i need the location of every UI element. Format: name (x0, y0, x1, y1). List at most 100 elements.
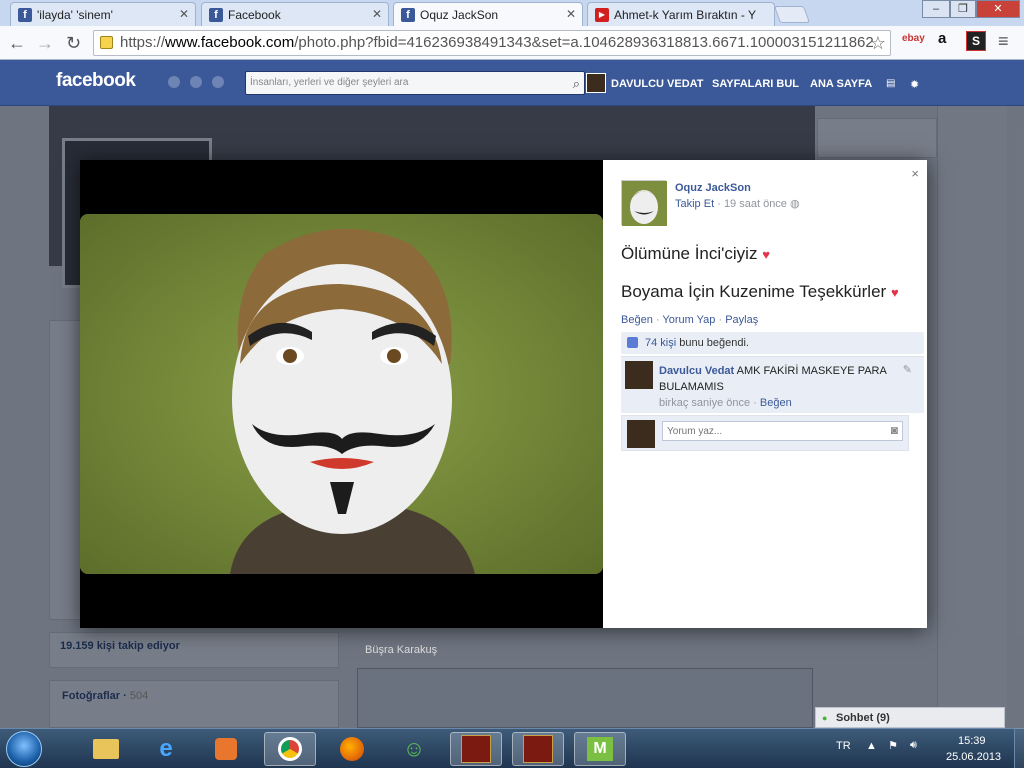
friend-requests-icon[interactable] (168, 76, 180, 88)
notifications-icon[interactable] (212, 76, 224, 88)
new-tab-button[interactable] (773, 6, 811, 23)
commenter-name[interactable]: Davulcu Vedat (659, 365, 734, 377)
feed-author-name[interactable]: Büşra Karakuş (365, 644, 437, 656)
followers-count: 19.159 kişi takip ediyor (60, 640, 180, 652)
clock-time[interactable]: 15:39 (958, 735, 986, 747)
photo-image[interactable] (80, 214, 603, 574)
volume-icon[interactable]: 🔊︎ (910, 739, 917, 752)
viewer-avatar (627, 420, 655, 448)
browser-tab[interactable]: ▶ Ahmet-k Yarım Bıraktın - Y (587, 2, 775, 26)
lock-icon (100, 36, 113, 49)
like-link[interactable]: Beğen (621, 314, 653, 326)
facebook-icon: f (18, 8, 32, 22)
caption-line: Ölümüne İnci'ciyiz ♥ (621, 244, 770, 264)
author-avatar[interactable] (621, 180, 667, 226)
start-button[interactable] (6, 731, 42, 767)
action-center-icon[interactable]: ⚑ (888, 739, 898, 752)
tab-title: Facebook (228, 8, 281, 22)
comment-body: Davulcu Vedat AMK FAKİRİ MASKEYE PARA BU… (659, 363, 899, 395)
gear-icon[interactable]: ✹ (910, 78, 919, 91)
media-player-icon[interactable] (200, 732, 252, 766)
language-indicator[interactable]: TR (836, 740, 851, 752)
comment-meta: birkaç saniye önce · Beğen (659, 397, 792, 409)
reload-icon[interactable]: ↻ (66, 33, 81, 54)
nav-profile[interactable]: DAVULCU VEDAT (611, 78, 703, 90)
close-icon[interactable]: ✕ (372, 7, 382, 21)
show-hidden-icons[interactable]: ▲ (866, 740, 877, 752)
facebook-logo[interactable]: facebook (56, 70, 136, 92)
likes-count-link[interactable]: 74 kişi (645, 337, 676, 349)
forward-icon[interactable]: → (36, 33, 54, 54)
photo-viewer: × Oquz JackSon Takip Et · 19 saat önce ◍… (80, 160, 927, 628)
app-icon[interactable]: M (574, 732, 626, 766)
messages-icon[interactable] (190, 76, 202, 88)
window-close-button[interactable]: ✕ (976, 0, 1020, 18)
comment-like-link[interactable]: Beğen (760, 397, 792, 409)
menu-icon[interactable]: ≡ (998, 31, 1009, 52)
messenger-icon[interactable]: ☺ (388, 732, 440, 766)
close-icon[interactable]: ✕ (566, 7, 576, 21)
search-icon[interactable]: ⌕ (573, 73, 580, 95)
game-icon[interactable] (450, 732, 502, 766)
browser-tab-strip: f 'ilayda' 'sinem' ✕ f Facebook ✕ f Oquz… (0, 0, 1024, 26)
comment-composer: ◙ (621, 415, 909, 451)
avatar-illustration (622, 181, 667, 226)
likes-summary: 74 kişi bunu beğendi. (621, 332, 924, 354)
facebook-search-input[interactable]: İnsanları, yerleri ve diğer şeyleri ara … (245, 71, 585, 95)
internet-explorer-icon[interactable]: e (140, 732, 192, 766)
meta-separator: · (753, 397, 760, 409)
youtube-icon: ▶ (595, 8, 609, 22)
meta-separator: · (717, 198, 724, 210)
browser-tab[interactable]: f 'ilayda' 'sinem' ✕ (10, 2, 196, 26)
tab-title: Ahmet-k Yarım Bıraktın - Y (614, 8, 757, 22)
heart-icon: ♥ (890, 285, 899, 300)
privacy-icon[interactable]: ▤ (886, 78, 895, 89)
browser-tab-active[interactable]: f Oquz JackSon ✕ (393, 2, 583, 26)
maximize-button[interactable]: ❐ (950, 0, 976, 18)
chat-bar[interactable]: Sohbet (9) (815, 707, 1005, 728)
show-desktop-button[interactable] (1014, 728, 1024, 768)
chat-label: Sohbet (836, 712, 874, 724)
author-name[interactable]: Oquz JackSon (675, 182, 751, 194)
heart-icon: ♥ (762, 247, 770, 262)
browser-tab[interactable]: f Facebook ✕ (201, 2, 389, 26)
comment-time[interactable]: birkaç saniye önce (659, 397, 750, 409)
star-icon[interactable]: ☆ (870, 31, 886, 55)
back-icon[interactable]: ← (8, 33, 26, 54)
user-avatar[interactable] (586, 73, 606, 93)
firefox-icon[interactable] (326, 732, 378, 766)
address-bar[interactable]: https://www.facebook.com/photo.php?fbid=… (93, 30, 891, 56)
pencil-icon[interactable]: ✎ (903, 363, 912, 376)
share-link[interactable]: Paylaş (725, 314, 758, 326)
ebay-extension-icon[interactable]: ebay (902, 33, 925, 44)
amazon-extension-icon[interactable]: a (938, 30, 946, 47)
facebook-header: facebook İnsanları, yerleri ve diğer şey… (0, 60, 1024, 106)
comment-link[interactable]: Yorum Yap (662, 314, 715, 326)
comment-input[interactable] (662, 421, 903, 441)
close-icon[interactable]: × (911, 166, 919, 181)
nav-home[interactable]: ANA SAYFA (810, 78, 872, 90)
tab-title: 'ilayda' 'sinem' (37, 8, 113, 22)
url-scheme: https:// (120, 34, 166, 51)
camera-icon[interactable]: ◙ (891, 423, 898, 437)
chat-count: (9) (876, 712, 890, 724)
chrome-icon[interactable] (264, 732, 316, 766)
tab-title: Oquz JackSon (420, 8, 499, 22)
minimize-button[interactable]: – (922, 0, 950, 18)
commenter-avatar[interactable] (625, 361, 653, 389)
photos-label: Fotoğraflar (62, 690, 121, 702)
game-icon[interactable] (512, 732, 564, 766)
clock-date[interactable]: 25.06.2013 (946, 751, 1001, 763)
nav-find-pages[interactable]: SAYFALARI BUL (712, 78, 799, 90)
photos-section-title: Fotoğraflar · 504 (62, 690, 149, 702)
post-time[interactable]: 19 saat önce (724, 198, 787, 210)
explorer-icon[interactable] (80, 732, 132, 766)
follow-link[interactable]: Takip Et (675, 198, 714, 210)
s-extension-icon[interactable]: S (966, 31, 986, 51)
likes-suffix: bunu beğendi. (679, 337, 749, 349)
close-icon[interactable]: ✕ (179, 7, 189, 21)
facebook-icon: f (209, 8, 223, 22)
globe-icon: ◍ (790, 198, 800, 210)
caption-line: Boyama İçin Kuzenime Teşekkürler ♥ (621, 282, 899, 302)
post-actions: Beğen · Yorum Yap · Paylaş (621, 314, 758, 326)
